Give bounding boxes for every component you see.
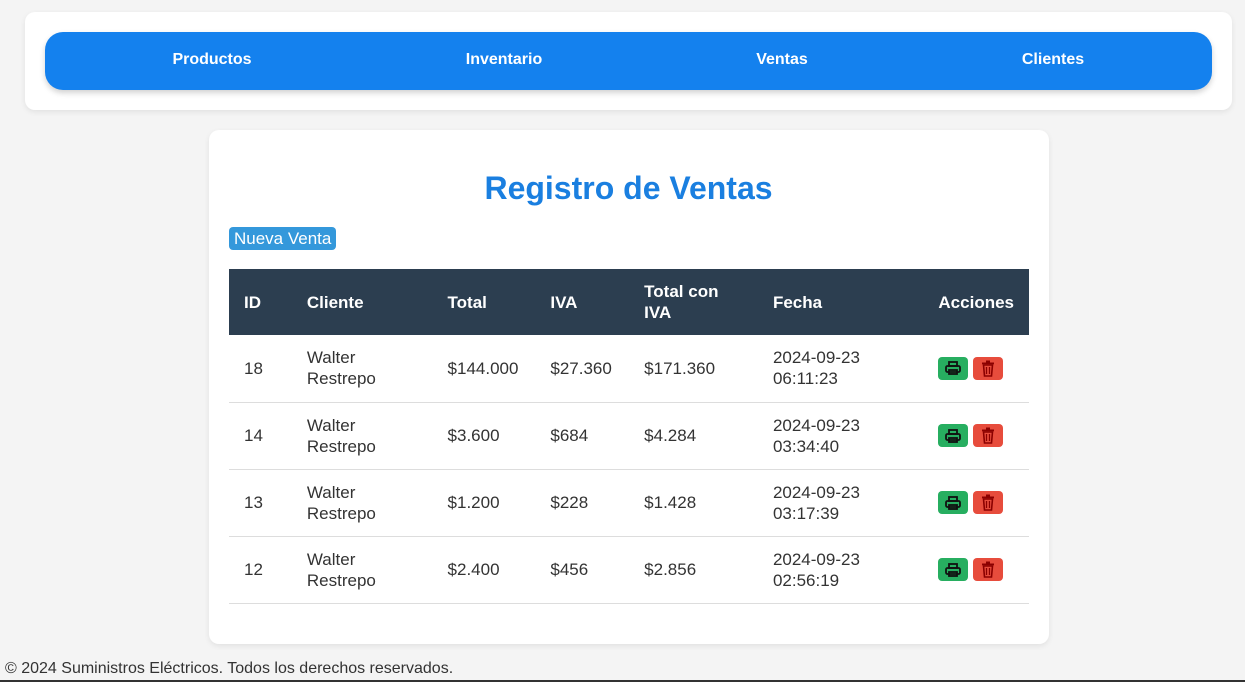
- nav-link-ventas[interactable]: Ventas: [756, 32, 808, 90]
- sales-table: ID Cliente Total IVA Total con IVA Fecha…: [229, 269, 1029, 604]
- cell-total: $3.600: [447, 426, 500, 445]
- delete-button[interactable]: [973, 558, 1004, 581]
- cell-id: 14: [244, 426, 263, 445]
- nav-link-inventario[interactable]: Inventario: [466, 32, 542, 90]
- cell-fecha: 2024-09-23 02:56:19: [772, 549, 860, 590]
- header-card: Productos Inventario Ventas Clientes: [25, 12, 1232, 110]
- cell-total-con-iva: $2.856: [644, 560, 697, 579]
- header-id: ID: [244, 292, 261, 312]
- cell-cliente: Walter Restrepo: [306, 348, 376, 389]
- table-header-row: ID Cliente Total IVA Total con IVA Fecha…: [229, 269, 1029, 335]
- header-iva: IVA: [550, 292, 578, 312]
- print-icon: [945, 428, 962, 443]
- cell-iva: $228: [550, 493, 589, 512]
- print-icon: [945, 495, 962, 510]
- cell-total: $2.400: [447, 560, 500, 579]
- cell-id: 12: [244, 560, 263, 579]
- trash-icon: [982, 494, 995, 511]
- table-row: 14 Walter Restrepo $3.600 $684 $4.284 20…: [229, 402, 1029, 469]
- delete-button[interactable]: [973, 356, 1004, 380]
- cell-fecha: 2024-09-23 06:11:23: [772, 348, 860, 389]
- page-title: Registro de Ventas: [484, 170, 773, 206]
- print-button[interactable]: [938, 424, 969, 447]
- print-button[interactable]: [938, 356, 969, 380]
- cell-total-con-iva: $4.284: [644, 426, 697, 445]
- new-sale-button[interactable]: Nueva Venta: [229, 227, 337, 250]
- cell-fecha: 2024-09-23 03:17:39: [772, 482, 860, 523]
- header-acciones: Acciones: [938, 292, 1014, 312]
- cell-total-con-iva: $171.360: [644, 358, 716, 378]
- print-icon: [945, 562, 962, 577]
- cell-cliente: Walter Restrepo: [306, 415, 376, 456]
- print-button[interactable]: [938, 558, 969, 581]
- print-button[interactable]: [938, 491, 969, 514]
- footer-copyright: © 2024 Suministros Eléctricos. Todos los…: [5, 660, 454, 677]
- cell-iva: $684: [550, 426, 589, 445]
- cell-acciones: [923, 469, 1029, 536]
- table-row: 18 Walter Restrepo $144.000 $27.360 $171…: [229, 335, 1029, 402]
- header-total-con-iva: Total con IVA: [644, 282, 719, 322]
- header-total: Total: [447, 292, 487, 312]
- nav-link-clientes[interactable]: Clientes: [1022, 32, 1084, 90]
- cell-acciones: [923, 402, 1029, 469]
- cell-acciones: [923, 536, 1029, 603]
- cell-id: 18: [244, 358, 263, 378]
- cell-iva: $456: [550, 560, 589, 579]
- table-row: 12 Walter Restrepo $2.400 $456 $2.856 20…: [229, 536, 1029, 603]
- trash-icon: [982, 427, 995, 444]
- main-nav: Productos Inventario Ventas Clientes: [45, 32, 1212, 90]
- cell-total-con-iva: $1.428: [644, 493, 697, 512]
- cell-fecha: 2024-09-23 03:34:40: [772, 415, 860, 456]
- nav-link-productos[interactable]: Productos: [172, 32, 251, 90]
- cell-cliente: Walter Restrepo: [306, 549, 376, 590]
- table-row: 13 Walter Restrepo $1.200 $228 $1.428 20…: [229, 469, 1029, 536]
- trash-icon: [982, 561, 995, 578]
- cell-total: $144.000: [447, 358, 519, 378]
- delete-button[interactable]: [973, 424, 1004, 447]
- delete-button[interactable]: [973, 491, 1004, 514]
- trash-icon: [982, 360, 995, 377]
- cell-acciones: [923, 335, 1029, 402]
- header-cliente: Cliente: [306, 292, 364, 312]
- cell-cliente: Walter Restrepo: [306, 482, 376, 523]
- cell-iva: $27.360: [550, 358, 612, 378]
- header-fecha: Fecha: [772, 292, 823, 312]
- print-icon: [945, 361, 962, 376]
- cell-total: $1.200: [447, 493, 500, 512]
- cell-id: 13: [244, 493, 263, 512]
